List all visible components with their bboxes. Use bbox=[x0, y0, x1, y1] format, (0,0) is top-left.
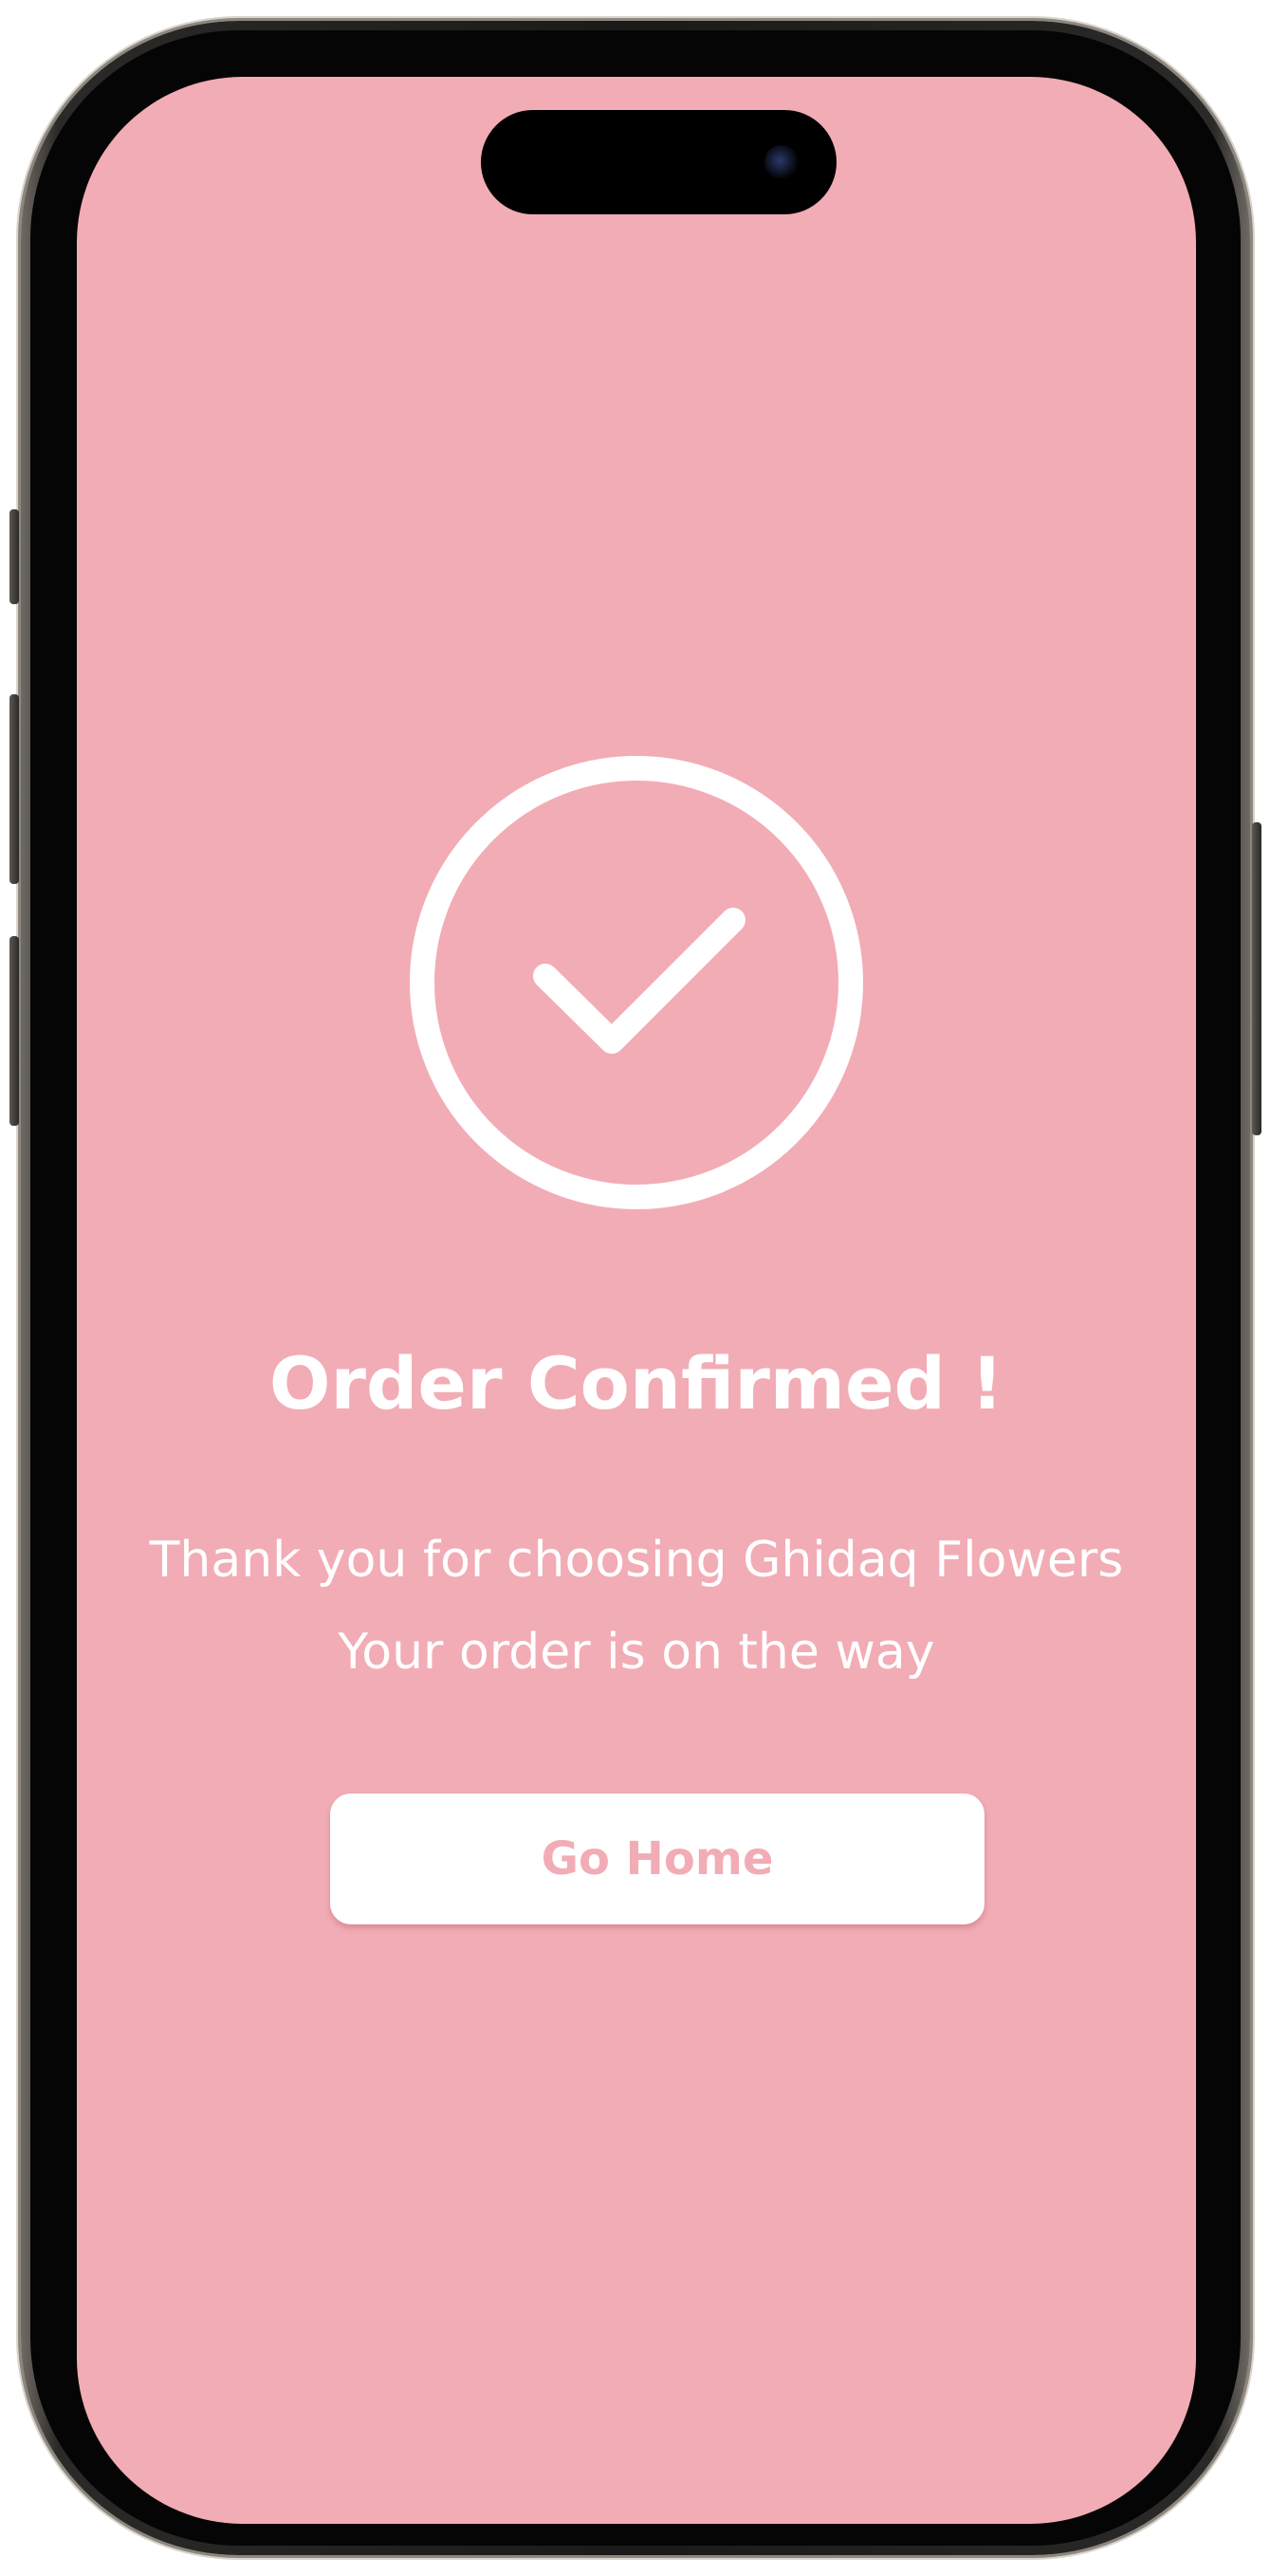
power-button bbox=[1252, 822, 1261, 1135]
volume-up-button bbox=[9, 694, 19, 884]
phone-frame: Order Confirmed ! Thank you for choosing… bbox=[9, 21, 1261, 2555]
dynamic-island bbox=[481, 110, 837, 214]
order-confirmed-screen: Order Confirmed ! Thank you for choosing… bbox=[77, 77, 1196, 2524]
order-status-message: Your order is on the way bbox=[338, 1624, 935, 1681]
go-home-label: Go Home bbox=[541, 1832, 774, 1886]
front-camera-icon bbox=[764, 145, 799, 179]
confirmation-title: Order Confirmed ! bbox=[268, 1341, 1004, 1426]
action-button bbox=[9, 509, 19, 604]
thank-you-message: Thank you for choosing Ghidaq Flowers bbox=[149, 1532, 1124, 1589]
volume-down-button bbox=[9, 936, 19, 1126]
check-circle-icon bbox=[409, 755, 864, 1210]
go-home-button[interactable]: Go Home bbox=[330, 1794, 985, 1924]
